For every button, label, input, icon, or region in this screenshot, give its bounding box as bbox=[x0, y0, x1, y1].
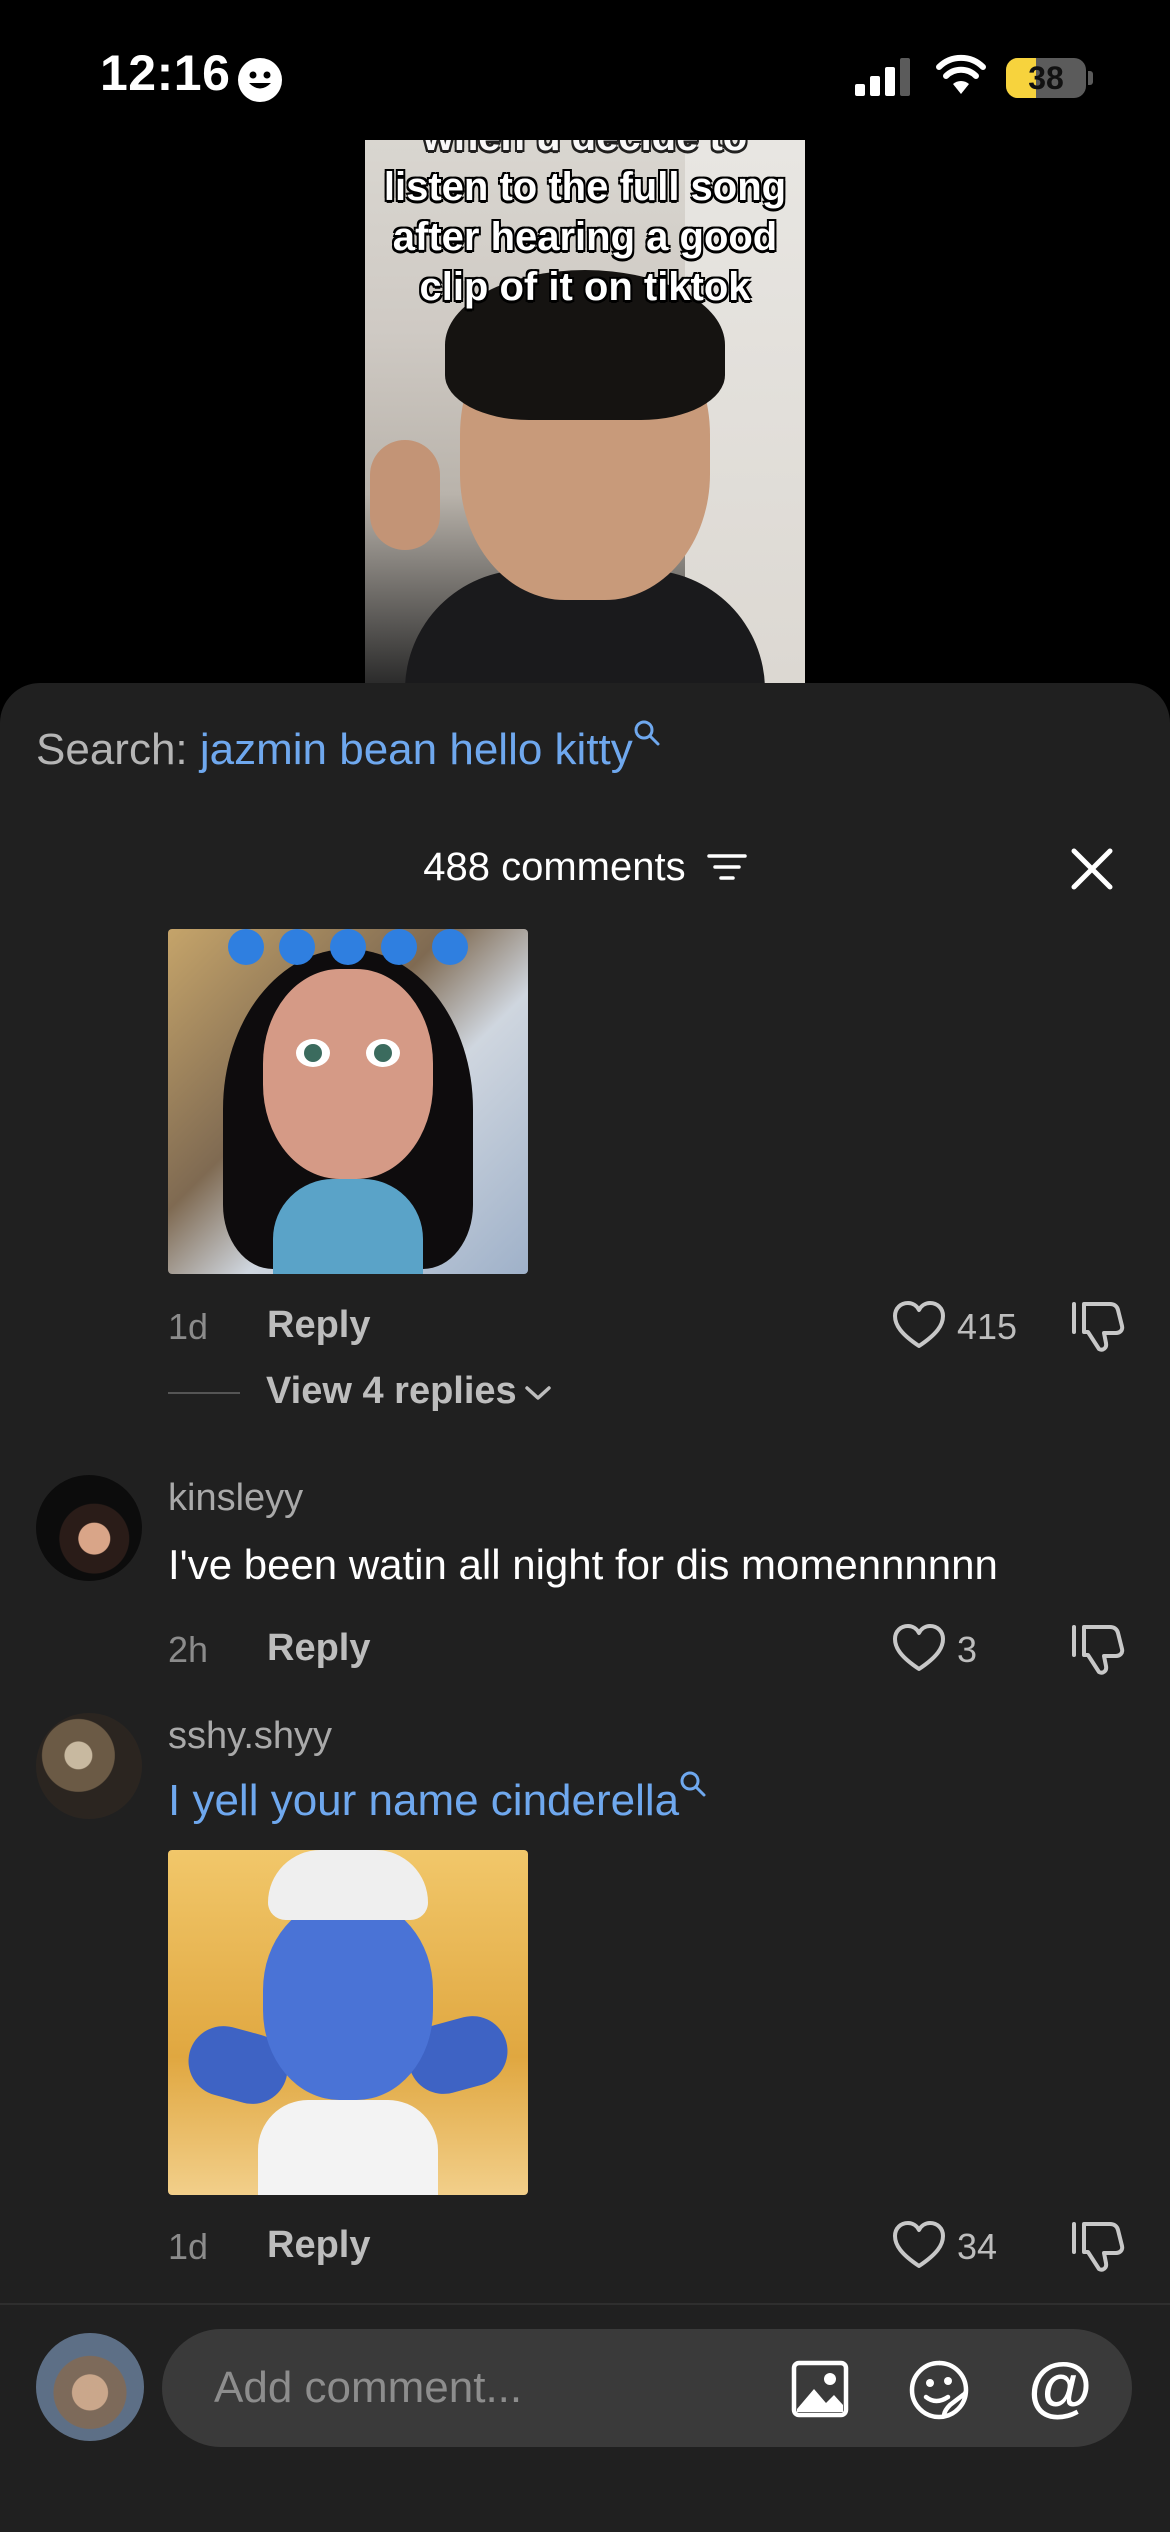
dislike-icon[interactable] bbox=[1070, 1298, 1126, 1354]
wifi-icon bbox=[936, 54, 986, 94]
comment-actions: 1d Reply 34 bbox=[168, 2218, 1128, 2278]
heart-icon[interactable] bbox=[891, 1298, 947, 1354]
close-icon[interactable] bbox=[1068, 845, 1116, 893]
gif-character-eye bbox=[296, 1039, 330, 1067]
like-count: 34 bbox=[957, 2226, 998, 2267]
comment-actions: 1d Reply 415 bbox=[168, 1298, 1128, 1358]
comment-text: I yell your name cinderella bbox=[168, 1776, 680, 1825]
dislike-icon[interactable] bbox=[1070, 2218, 1126, 2274]
video-caption-top: when u decide to bbox=[365, 140, 805, 162]
comment-actions: 2h Reply 3 bbox=[168, 1621, 1128, 1681]
heart-icon[interactable] bbox=[891, 2218, 947, 2274]
signal-icon bbox=[855, 58, 910, 96]
comment-time: 1d bbox=[168, 2226, 209, 2267]
my-avatar[interactable] bbox=[36, 2333, 144, 2441]
avatar[interactable] bbox=[36, 1475, 142, 1581]
like-count: 3 bbox=[957, 1629, 978, 1670]
avatar[interactable] bbox=[36, 1713, 142, 1819]
comment-time: 2h bbox=[168, 1629, 209, 1670]
chevron-down-icon bbox=[524, 1386, 551, 1400]
video-player[interactable]: when u decide to listen to the full song… bbox=[365, 140, 805, 685]
reply-button[interactable]: Reply bbox=[267, 2224, 370, 2267]
battery-tip bbox=[1088, 71, 1093, 85]
comment-text: I've been watin all night for dis momenn… bbox=[168, 1541, 998, 1588]
gif-character-face bbox=[263, 969, 433, 1179]
gif-heart-crown bbox=[228, 929, 468, 973]
add-comment-placeholder: Add comment... bbox=[214, 2363, 523, 2412]
video-person-hand bbox=[370, 440, 440, 550]
status-bar: 12:16 38 bbox=[0, 0, 1170, 140]
comment-gif-image[interactable] bbox=[168, 1850, 528, 2195]
comments-header: 488 comments bbox=[0, 843, 1170, 890]
composer-divider bbox=[0, 2303, 1170, 2305]
gif-character-body bbox=[263, 1900, 433, 2100]
battery-icon: 38 bbox=[1006, 58, 1086, 98]
heart-icon[interactable] bbox=[891, 1621, 947, 1677]
image-icon[interactable] bbox=[790, 2359, 850, 2419]
search-term-link[interactable]: jazmin bean hello kitty bbox=[200, 725, 633, 774]
status-time: 12:16 bbox=[100, 45, 231, 101]
reply-button[interactable]: Reply bbox=[267, 1627, 370, 1670]
gif-character-dress bbox=[273, 1179, 423, 1274]
gif-character-eye bbox=[366, 1039, 400, 1067]
gif-character-pants bbox=[258, 2100, 438, 2195]
comment-count: 488 comments bbox=[423, 844, 686, 889]
search-prefix: Search: bbox=[36, 725, 188, 774]
comments-sheet: Search: jazmin bean hello kitty 488 comm… bbox=[0, 683, 1170, 2532]
comment-username[interactable]: kinsleyy bbox=[168, 1477, 303, 1520]
gif-character-hat bbox=[268, 1850, 428, 1920]
search-icon bbox=[634, 720, 660, 746]
smiley-icon bbox=[238, 58, 282, 102]
battery-percent: 38 bbox=[1028, 60, 1064, 96]
comment-username[interactable]: sshy.shyy bbox=[168, 1715, 332, 1758]
video-caption: listen to the full song after hearing a … bbox=[383, 165, 787, 309]
view-replies-label: View 4 replies bbox=[266, 1370, 517, 1412]
comment-gif-image[interactable] bbox=[168, 929, 528, 1274]
search-suggestion[interactable]: Search: jazmin bean hello kitty bbox=[36, 720, 661, 775]
view-replies-button[interactable]: View 4 replies bbox=[168, 1370, 553, 1413]
dislike-icon[interactable] bbox=[1070, 1621, 1126, 1677]
like-count: 415 bbox=[957, 1306, 1018, 1347]
comment-search-link[interactable]: I yell your name cinderella bbox=[168, 1771, 707, 1826]
mention-icon[interactable]: @ bbox=[1028, 2351, 1092, 2421]
comment-time: 1d bbox=[168, 1306, 209, 1347]
sticker-icon[interactable] bbox=[908, 2359, 970, 2421]
replies-divider bbox=[168, 1391, 240, 1394]
sort-icon[interactable] bbox=[706, 851, 747, 883]
reply-button[interactable]: Reply bbox=[267, 1304, 370, 1347]
search-icon bbox=[680, 1771, 706, 1797]
add-comment-input[interactable]: Add comment... @ bbox=[162, 2329, 1132, 2447]
